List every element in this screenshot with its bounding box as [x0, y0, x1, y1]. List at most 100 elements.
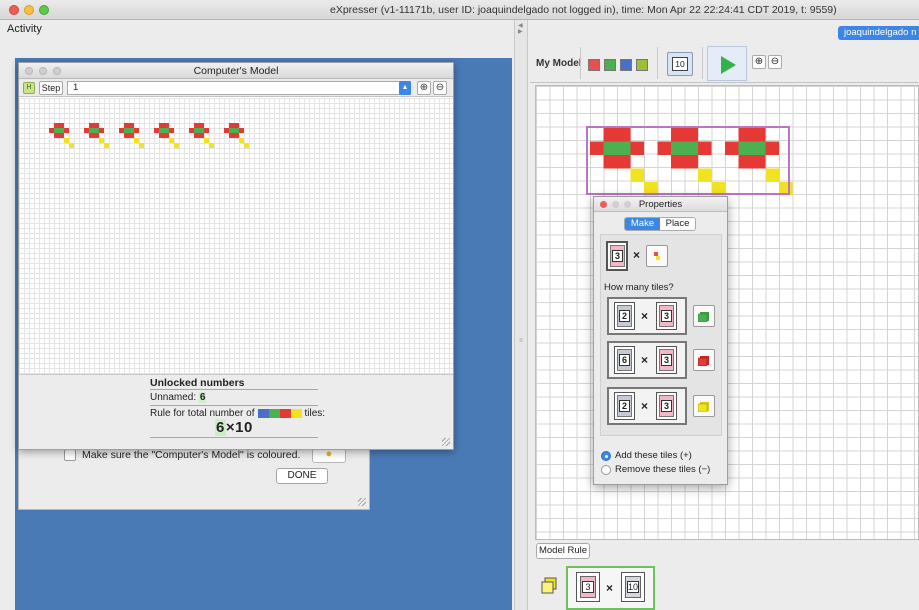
red-cube-icon[interactable]	[693, 349, 715, 371]
model-rule-right-tile[interactable]: 10	[621, 572, 645, 602]
computer-model-tile	[229, 123, 234, 128]
computer-model-tile	[134, 128, 139, 133]
close-dot[interactable]	[600, 201, 607, 208]
unnamed-number: Unnamed: 6	[150, 392, 207, 403]
count-row-1-left[interactable]: 2	[614, 302, 635, 330]
computer-model-tile	[239, 138, 244, 143]
model-rule-left-value: 3	[582, 581, 594, 593]
zoom-in-icon[interactable]: ⊕	[752, 55, 766, 69]
make-panel: 3 × How many tiles? 2 × 3 6 × 3 2 × 3	[600, 234, 722, 436]
step-field[interactable]: 1	[67, 81, 411, 95]
tile-stack-icon[interactable]	[540, 577, 558, 595]
separator	[657, 47, 658, 79]
count-row-3[interactable]: 2 × 3	[607, 387, 687, 425]
split-divider[interactable]: ◀ ▶ ≡	[514, 20, 528, 610]
remove-tiles-radio[interactable]	[601, 464, 611, 475]
computer-model-tile	[234, 123, 239, 128]
close-dot[interactable]	[25, 67, 33, 75]
step-button[interactable]: Step	[39, 81, 63, 95]
count-row-3-right[interactable]: 3	[656, 392, 677, 420]
computer-model-tile	[129, 133, 134, 138]
count-row-2-right[interactable]: 3	[656, 346, 677, 374]
coloured-checkbox[interactable]	[64, 449, 76, 461]
zoom-in-icon[interactable]: ⊕	[417, 81, 431, 95]
resize-grip[interactable]	[358, 498, 366, 506]
computer-model-tile	[64, 128, 69, 133]
repeat-count-tile[interactable]: 3	[606, 241, 628, 271]
minimize-window-button[interactable]	[24, 5, 34, 15]
times-sign: ×	[606, 581, 614, 595]
count-row-1-right[interactable]: 3	[656, 302, 677, 330]
step-dropdown-icon[interactable]: ▲	[399, 81, 411, 95]
resize-grip[interactable]	[442, 438, 450, 446]
computer-model-tile	[159, 133, 164, 138]
computers-model-titlebar: Computer's Model	[19, 63, 453, 79]
times-sign: ×	[633, 248, 641, 262]
model-rule-left-tile[interactable]: 3	[576, 572, 600, 602]
computer-model-tile	[229, 133, 234, 138]
yellow-cube-icon[interactable]	[693, 395, 715, 417]
home-icon[interactable]: H	[23, 82, 35, 94]
red-swatch[interactable]	[588, 59, 600, 71]
zoom-out-icon[interactable]: ⊖	[433, 81, 447, 95]
blue-swatch[interactable]	[620, 59, 632, 71]
user-button[interactable]: joaquindelgado n	[838, 26, 919, 40]
rule-suffix: tiles:	[304, 408, 326, 419]
count-row-1[interactable]: 2 × 3	[607, 297, 687, 335]
count-row-3-left[interactable]: 2	[614, 392, 635, 420]
remove-tiles-option[interactable]: Remove these tiles (−)	[601, 464, 710, 475]
unnamed-value[interactable]: 6	[198, 392, 207, 403]
rule-description: Rule for total number of tiles:	[150, 408, 325, 419]
computer-model-tile	[139, 143, 144, 148]
window-titlebar: eXpresser (v1-11171b, user ID: joaquinde…	[0, 0, 919, 20]
computer-model-tile	[69, 143, 74, 148]
tab-make[interactable]: Make	[625, 218, 660, 230]
remove-tiles-label: Remove these tiles (−)	[615, 464, 711, 475]
zoom-dot[interactable]	[624, 201, 631, 208]
computer-model-tile	[89, 133, 94, 138]
computer-model-tile	[154, 128, 159, 133]
done-button[interactable]: DONE	[276, 468, 328, 484]
computer-model-tile	[54, 133, 59, 138]
computer-model-tile	[94, 128, 99, 133]
zoom-dot[interactable]	[53, 67, 61, 75]
computer-model-tile	[89, 128, 94, 133]
rule-number[interactable]: 6	[215, 419, 226, 436]
minimize-dot[interactable]	[612, 201, 619, 208]
computer-model-tile	[169, 128, 174, 133]
computer-model-tile	[54, 128, 59, 133]
zoom-window-button[interactable]	[39, 5, 49, 15]
pattern-icon	[654, 252, 660, 260]
zoom-out-icon[interactable]: ⊖	[768, 55, 782, 69]
add-tiles-label: Add these tiles (+)	[615, 450, 692, 461]
computers-model-canvas[interactable]	[19, 98, 453, 374]
count-row-2[interactable]: 6 × 3	[607, 341, 687, 379]
unnamed-label: Unnamed:	[150, 392, 197, 403]
green-swatch[interactable]	[604, 59, 616, 71]
add-tiles-radio[interactable]	[601, 450, 611, 461]
yellow-green-swatch[interactable]	[636, 59, 648, 71]
green-cube-icon[interactable]	[693, 305, 715, 327]
how-many-label: How many tiles?	[604, 282, 674, 293]
count-row-2-left[interactable]: 6	[614, 346, 635, 374]
collapse-arrows-icon[interactable]: ◀ ▶	[518, 23, 523, 35]
drag-handle-icon[interactable]: ≡	[519, 338, 523, 344]
computer-model-tile	[129, 128, 134, 133]
tile-colors-icon	[257, 408, 302, 419]
model-rule-expression: 3 × 10	[566, 566, 655, 610]
tab-place[interactable]: Place	[660, 218, 695, 230]
computer-model-tile	[59, 133, 64, 138]
add-tiles-option[interactable]: Add these tiles (+)	[601, 450, 692, 461]
close-window-button[interactable]	[9, 5, 19, 15]
minimize-dot[interactable]	[39, 67, 47, 75]
pattern-selection[interactable]	[586, 126, 790, 195]
computer-model-tile	[224, 128, 229, 133]
number-tool-button[interactable]: 10	[667, 52, 693, 76]
computers-rule: 6×10	[215, 419, 253, 436]
play-button[interactable]	[707, 46, 747, 81]
building-block-button[interactable]	[646, 245, 668, 267]
model-rule-button[interactable]: Model Rule	[536, 543, 590, 559]
computer-model-tile	[94, 133, 99, 138]
computer-model-tile	[129, 123, 134, 128]
computer-model-tile	[204, 128, 209, 133]
